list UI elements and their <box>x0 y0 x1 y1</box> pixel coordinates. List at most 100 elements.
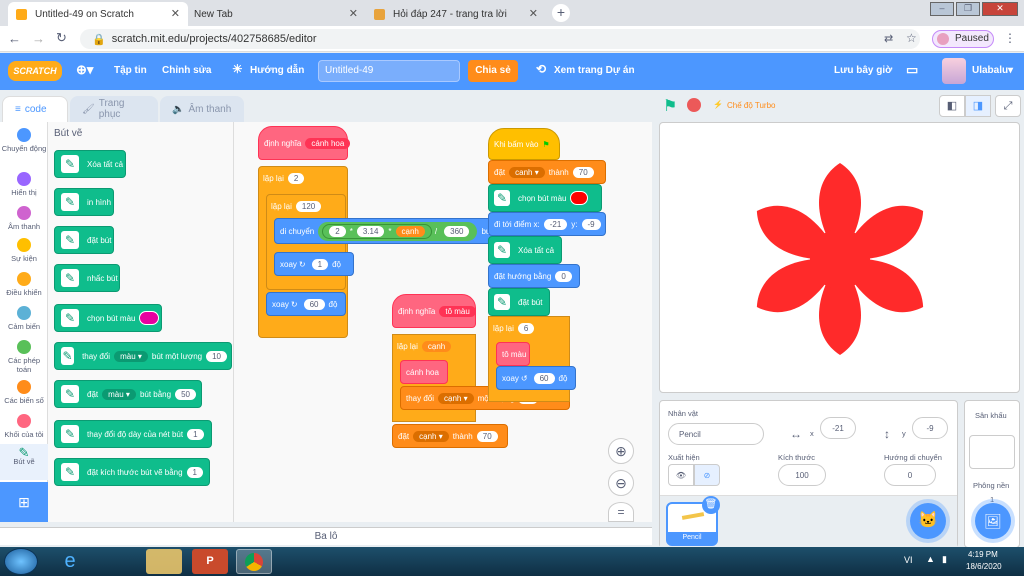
maximize-icon[interactable]: ❐ <box>956 2 980 16</box>
block-set-pen-to[interactable]: ✎ đặt màu ▾ bút bằng 50 <box>54 380 202 408</box>
point-direction-block[interactable]: đặt hướng bằng 0 <box>488 264 580 288</box>
stop-icon[interactable] <box>687 98 701 112</box>
variable-dropdown[interactable]: cạnh ▾ <box>438 392 474 404</box>
menu-file[interactable]: Tập tin <box>114 65 147 76</box>
translate-icon[interactable]: ⇄ <box>884 32 893 45</box>
value-input[interactable]: 3.14 <box>356 225 385 237</box>
code-workspace[interactable]: định nghĩa cánh hoa lặp lại 2 lặp lại 120 d… <box>234 122 652 522</box>
tab-costumes[interactable]: 🖌 Trang phục <box>70 96 158 122</box>
language-indicator[interactable]: VI <box>904 555 913 565</box>
delete-sprite-icon[interactable]: 🗑 <box>702 496 720 514</box>
network-icon[interactable]: ▮ <box>942 554 947 565</box>
color-swatch[interactable] <box>570 191 589 205</box>
save-now-button[interactable]: Lưu bây giờ <box>834 65 892 76</box>
value-input[interactable]: 1 <box>186 466 203 478</box>
chrome-taskbar-icon[interactable] <box>236 549 272 574</box>
powerpoint-icon[interactable]: P <box>192 549 228 574</box>
category-sound[interactable]: Âm thanh <box>0 206 48 231</box>
value-input[interactable]: 2 <box>329 225 346 237</box>
browser-tab-scratch[interactable]: Untitled-49 on Scratch ✕ <box>8 2 188 26</box>
sprite-name-input[interactable]: Pencil <box>668 423 764 445</box>
value-input[interactable]: 2 <box>287 172 305 184</box>
multiply-operator[interactable]: 2 * 3.14 * cạnh <box>322 223 432 239</box>
fullscreen-icon[interactable]: ⤢ <box>995 95 1021 117</box>
user-dropdown-icon[interactable]: ▾ <box>1008 65 1013 76</box>
when-flag-clicked-hat[interactable]: Khi bấm vào ⚑ <box>488 128 560 160</box>
forward-icon[interactable]: → <box>32 31 45 46</box>
variable-reporter[interactable]: cạnh <box>395 225 425 237</box>
profile-paused-button[interactable]: Paused <box>932 30 994 48</box>
category-operators[interactable]: Các phép toán <box>0 340 48 374</box>
value-input[interactable]: 360 <box>444 225 470 237</box>
stage-canvas[interactable] <box>659 122 1020 393</box>
define-hat-canh-hoa[interactable]: định nghĩa cánh hoa <box>258 126 351 160</box>
category-looks[interactable]: Hiển thị <box>0 172 48 197</box>
share-button[interactable]: Chia sẻ <box>468 60 518 82</box>
block-pen-stamp[interactable]: ✎ in hình <box>54 188 114 216</box>
more-menu-icon[interactable]: ⋮ <box>1004 31 1016 45</box>
close-window-icon[interactable]: ✕ <box>982 2 1018 16</box>
minimize-icon[interactable]: – <box>930 2 954 16</box>
value-input[interactable]: -21 <box>543 218 568 230</box>
zoom-reset-icon[interactable]: = <box>608 502 634 522</box>
tray-arrow-icon[interactable]: ▲ <box>926 554 935 564</box>
category-pen[interactable]: ✎ Bút vẽ <box>0 444 48 480</box>
value-input[interactable]: 120 <box>295 200 322 212</box>
large-stage-icon[interactable]: ◨ <box>965 95 991 117</box>
set-variable-block[interactable]: đặt cạnh ▾ thành 70 <box>392 424 508 448</box>
go-to-xy-block[interactable]: đi tới điểm x: -21 y: -9 <box>488 212 606 236</box>
category-control[interactable]: Điều khiển <box>0 272 48 297</box>
value-input[interactable]: 6 <box>517 322 535 334</box>
see-project-button[interactable]: Xem trang Dự án <box>554 65 635 76</box>
start-button-icon[interactable] <box>4 548 38 575</box>
back-icon[interactable]: ← <box>8 31 21 46</box>
value-input[interactable]: 70 <box>572 166 594 178</box>
my-stuff-folder-icon[interactable]: ▭ <box>906 62 918 78</box>
value-input[interactable]: 1 <box>311 258 329 270</box>
file-explorer-icon[interactable] <box>146 549 182 574</box>
category-motion[interactable]: Chuyển động <box>0 128 48 153</box>
block-set-pen-color[interactable]: ✎ chọn bút màu <box>54 304 162 332</box>
green-flag-icon[interactable]: ⚑ <box>663 96 677 116</box>
param-dropdown[interactable]: màu ▾ <box>102 388 136 400</box>
block-pen-down[interactable]: ✎ đặt bút <box>54 226 114 254</box>
close-tab-icon[interactable]: ✕ <box>529 7 538 20</box>
call-canh-hoa-block[interactable]: cánh hoa <box>400 360 448 384</box>
value-input[interactable]: -9 <box>581 218 601 230</box>
bookmark-star-icon[interactable]: ☆ <box>906 31 917 45</box>
username[interactable]: Ulabalu <box>972 65 1008 76</box>
browser-tab-newtab[interactable]: New Tab ✕ <box>186 2 366 26</box>
backpack-bar[interactable]: Ba lô <box>0 527 652 545</box>
url-field[interactable]: 🔒 scratch.mit.edu/projects/402758685/edi… <box>80 29 920 49</box>
color-swatch[interactable] <box>139 311 160 325</box>
scratch-logo[interactable]: SCRATCH <box>8 61 62 81</box>
block-set-pen-size[interactable]: ✎ đặt kích thước bút vẽ bằng 1 <box>54 458 210 486</box>
add-backdrop-icon[interactable]: 🖼 <box>975 503 1011 539</box>
hide-sprite-icon[interactable]: ⊘ <box>694 464 720 486</box>
tab-sounds[interactable]: 🔈 Âm thanh <box>160 96 244 122</box>
variable-reporter[interactable]: cạnh <box>421 340 452 352</box>
y-input[interactable]: -9 <box>912 417 948 439</box>
zoom-in-icon[interactable]: ⊕ <box>608 438 634 464</box>
turn-right-block-60[interactable]: xoay ↻ 60 độ <box>266 292 346 316</box>
close-tab-icon[interactable]: ✕ <box>349 7 358 20</box>
divide-operator[interactable]: 2 * 3.14 * cạnh /360 <box>318 221 478 241</box>
reload-icon[interactable]: ↻ <box>56 30 67 46</box>
define-hat-to-mau[interactable]: định nghĩa tô màu <box>392 294 476 328</box>
project-title-input[interactable]: Untitled-49 <box>318 60 460 82</box>
add-extension-icon[interactable]: ⊞ <box>0 482 48 522</box>
direction-input[interactable]: 0 <box>884 464 936 486</box>
param-dropdown[interactable]: màu ▾ <box>114 350 148 362</box>
value-input[interactable]: 70 <box>476 430 498 442</box>
menu-tutorial[interactable]: Hướng dẫn <box>250 65 304 76</box>
show-sprite-eye-icon[interactable]: 👁 <box>668 464 694 486</box>
turn-right-block[interactable]: xoay ↻ 1 độ <box>274 252 354 276</box>
internet-explorer-icon[interactable]: e <box>52 549 88 574</box>
zoom-out-icon[interactable]: ⊖ <box>608 470 634 496</box>
value-input[interactable]: 50 <box>175 388 196 400</box>
small-stage-icon[interactable]: ◧ <box>939 95 965 117</box>
new-tab-icon[interactable]: + <box>552 4 570 22</box>
block-pen-clear[interactable]: ✎ Xóa tất cả <box>54 150 126 178</box>
block-change-pen-size[interactable]: ✎ thay đổi độ dày của nét bút 1 <box>54 420 212 448</box>
call-to-mau-block[interactable]: tô màu <box>496 342 530 366</box>
